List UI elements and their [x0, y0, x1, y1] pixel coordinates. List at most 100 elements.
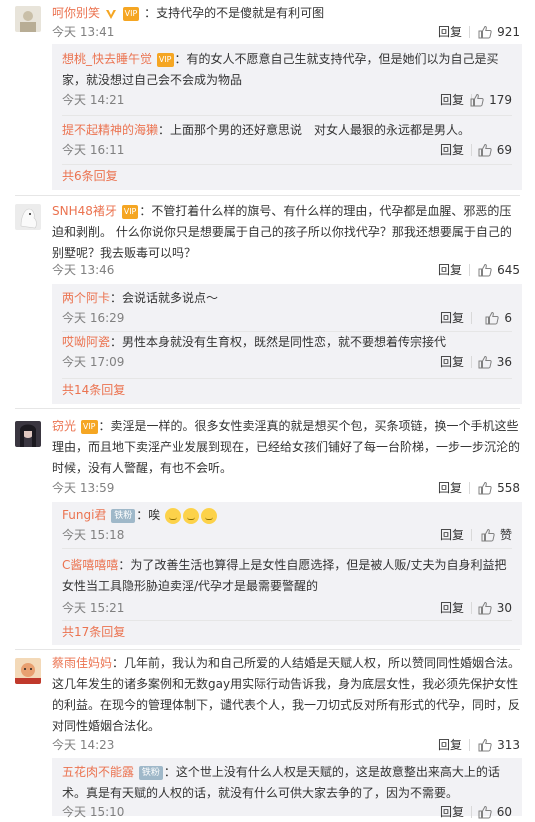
divider [471, 602, 472, 614]
divider [469, 482, 470, 494]
like-button[interactable]: 69 [478, 140, 512, 160]
divider [471, 144, 472, 156]
comment-body: 上面那个男的还好意思说 对女人最狠的永远都是男人。 [170, 123, 471, 137]
reply-button[interactable]: 回复 [438, 478, 462, 498]
username[interactable]: 蔡雨佳妈妈 [52, 656, 112, 670]
divider [469, 26, 470, 38]
reply-button[interactable]: 回复 [440, 802, 464, 822]
comment-text: 两个阿卡：会说话就多说点～ [62, 291, 219, 305]
comment-meta: 今天 13:41 回复 921 [52, 22, 520, 42]
vip-badge: VIP [156, 52, 174, 67]
more-replies-link[interactable]: 共6条回复 [62, 166, 118, 186]
comment-meta: 今天 15:21 回复 30 [62, 598, 512, 618]
comment-body: 卖淫是一样的。很多女性卖淫真的就是想买个包，买条项链，换一个手机这些理由，而且地… [52, 419, 521, 475]
username[interactable]: 窃光 [52, 419, 76, 433]
like-button[interactable]: 921 [478, 22, 520, 42]
like-button[interactable]: 179 [470, 90, 512, 110]
comment-text: SNH48褚牙 VIP ：不管打着什么样的旗号、有什么样的理由，代孕都是血腥、邪恶… [52, 204, 512, 260]
username[interactable]: 想桃_快去睡午觉 [62, 52, 152, 66]
comment-meta: 今天 16:29 回复 6 [62, 308, 512, 328]
fan-badge: 铁粉 [111, 508, 136, 523]
vip-badge: VIP [80, 419, 98, 434]
username[interactable]: Fungi君 [62, 508, 106, 522]
divider [471, 312, 472, 324]
reply-button[interactable]: 回复 [440, 308, 464, 328]
thumbs-up-icon [478, 25, 492, 39]
avatar[interactable] [15, 658, 41, 684]
username[interactable]: 两个阿卡 [62, 291, 110, 305]
comment-4: 蔡雨佳妈妈：几年前，我认为和自己所爱的人结婚是天赋人权，所以赞同同性婚姻合法。这… [0, 650, 535, 819]
comment-meta: 今天 16:11 回复 69 [62, 140, 512, 160]
reply-button[interactable]: 回复 [440, 140, 464, 160]
awkward-emoji-icon [165, 507, 182, 524]
like-button[interactable]: 36 [478, 352, 512, 372]
timestamp: 今天 16:11 [62, 143, 125, 157]
divider [469, 264, 470, 276]
like-count: 179 [489, 93, 512, 107]
reply-button[interactable]: 回复 [438, 260, 462, 280]
reply-button[interactable]: 回复 [440, 525, 464, 545]
like-button[interactable]: 6 [485, 308, 512, 328]
reply-button[interactable]: 回复 [440, 352, 464, 372]
divider [469, 739, 470, 751]
username[interactable]: SNH48褚牙 [52, 204, 117, 218]
like-button[interactable]: 60 [478, 802, 512, 822]
timestamp: 今天 13:59 [52, 481, 115, 495]
like-count: 69 [496, 143, 512, 157]
like-button[interactable]: 558 [478, 478, 520, 498]
thumbs-up-icon [478, 738, 492, 752]
reply-box: Fungi君 铁粉 ：唉 今天 15:18 回复 赞 C酱嘻嘻嘻：为了改善生活也算… [52, 502, 522, 645]
awkward-emoji-icon [201, 507, 218, 524]
like-count: 645 [497, 263, 520, 277]
comment-text: 哎呦阿瓷：男性本身就没有生育权，既然是同性恋，就不要想着传宗接代 [62, 335, 447, 349]
timestamp: 今天 14:21 [62, 93, 125, 107]
like-count: 558 [497, 481, 520, 495]
thumbs-up-icon [478, 805, 492, 819]
like-count: 30 [496, 601, 512, 615]
comment-meta: 今天 14:21 回复 179 [62, 90, 512, 110]
username[interactable]: C酱嘻嘻嘻 [62, 558, 118, 572]
username[interactable]: 呵你别笑 [52, 6, 100, 20]
reply-box: 两个阿卡：会说话就多说点～ 今天 16:29 回复 6 哎呦阿瓷：男性本身就没有… [52, 284, 522, 404]
thumbs-up-icon [478, 481, 492, 495]
avatar[interactable] [15, 204, 41, 230]
reply-box: 想桃_快去睡午觉 VIP ：有的女人不愿意自己生就支持代孕，但是她们以为自己是买家… [52, 44, 522, 190]
like-button[interactable]: 赞 [481, 525, 512, 545]
thumbs-up-icon [478, 143, 492, 157]
thumbs-up-icon [478, 601, 492, 615]
timestamp: 今天 15:10 [62, 805, 125, 819]
divider [62, 115, 512, 116]
more-replies-link[interactable]: 共17条回复 [62, 622, 125, 642]
avatar[interactable] [15, 6, 41, 32]
username[interactable]: 哎呦阿瓷 [62, 335, 110, 349]
more-replies-link[interactable]: 共14条回复 [62, 380, 125, 400]
reply-button[interactable]: 回复 [440, 598, 464, 618]
divider [471, 356, 472, 368]
like-count: 36 [496, 355, 512, 369]
comment-text: 想桃_快去睡午觉 VIP ：有的女人不愿意自己生就支持代孕，但是她们以为自己是买家… [62, 52, 499, 87]
divider [62, 620, 512, 621]
username[interactable]: 五花肉不能露 [62, 765, 134, 779]
avatar[interactable] [15, 421, 41, 447]
comment-3: 窃光 VIP ：卖淫是一样的。很多女性卖淫真的就是想买个包，买条项链，换一个手机这… [0, 409, 535, 649]
reply-box: 五花肉不能露 铁粉 ：这个世上没有什么人权是天赋的，这是故意整出来高大上的话术。真… [52, 758, 522, 819]
like-count: 313 [497, 738, 520, 752]
like-button[interactable]: 313 [478, 735, 520, 755]
username[interactable]: 提不起精神的海獭 [62, 123, 158, 137]
comment-meta: 今天 15:18 回复 赞 [62, 525, 512, 545]
like-count: 60 [496, 805, 512, 819]
vip-badge: VIP [121, 204, 139, 219]
divider [62, 378, 512, 379]
reply-button[interactable]: 回复 [438, 22, 462, 42]
timestamp: 今天 15:21 [62, 601, 125, 615]
like-button[interactable]: 645 [478, 260, 520, 280]
comment-body: 支持代孕的不是傻就是有利可图 [156, 6, 325, 20]
comment-meta: 今天 14:23 回复 313 [52, 735, 520, 755]
like-count: 921 [497, 25, 520, 39]
awkward-emoji-icon [183, 507, 200, 524]
reply-button[interactable]: 回复 [440, 90, 464, 110]
reply-button[interactable]: 回复 [438, 735, 462, 755]
timestamp: 今天 16:29 [62, 311, 125, 325]
like-button[interactable]: 30 [478, 598, 512, 618]
fan-badge: 铁粉 [138, 765, 163, 780]
